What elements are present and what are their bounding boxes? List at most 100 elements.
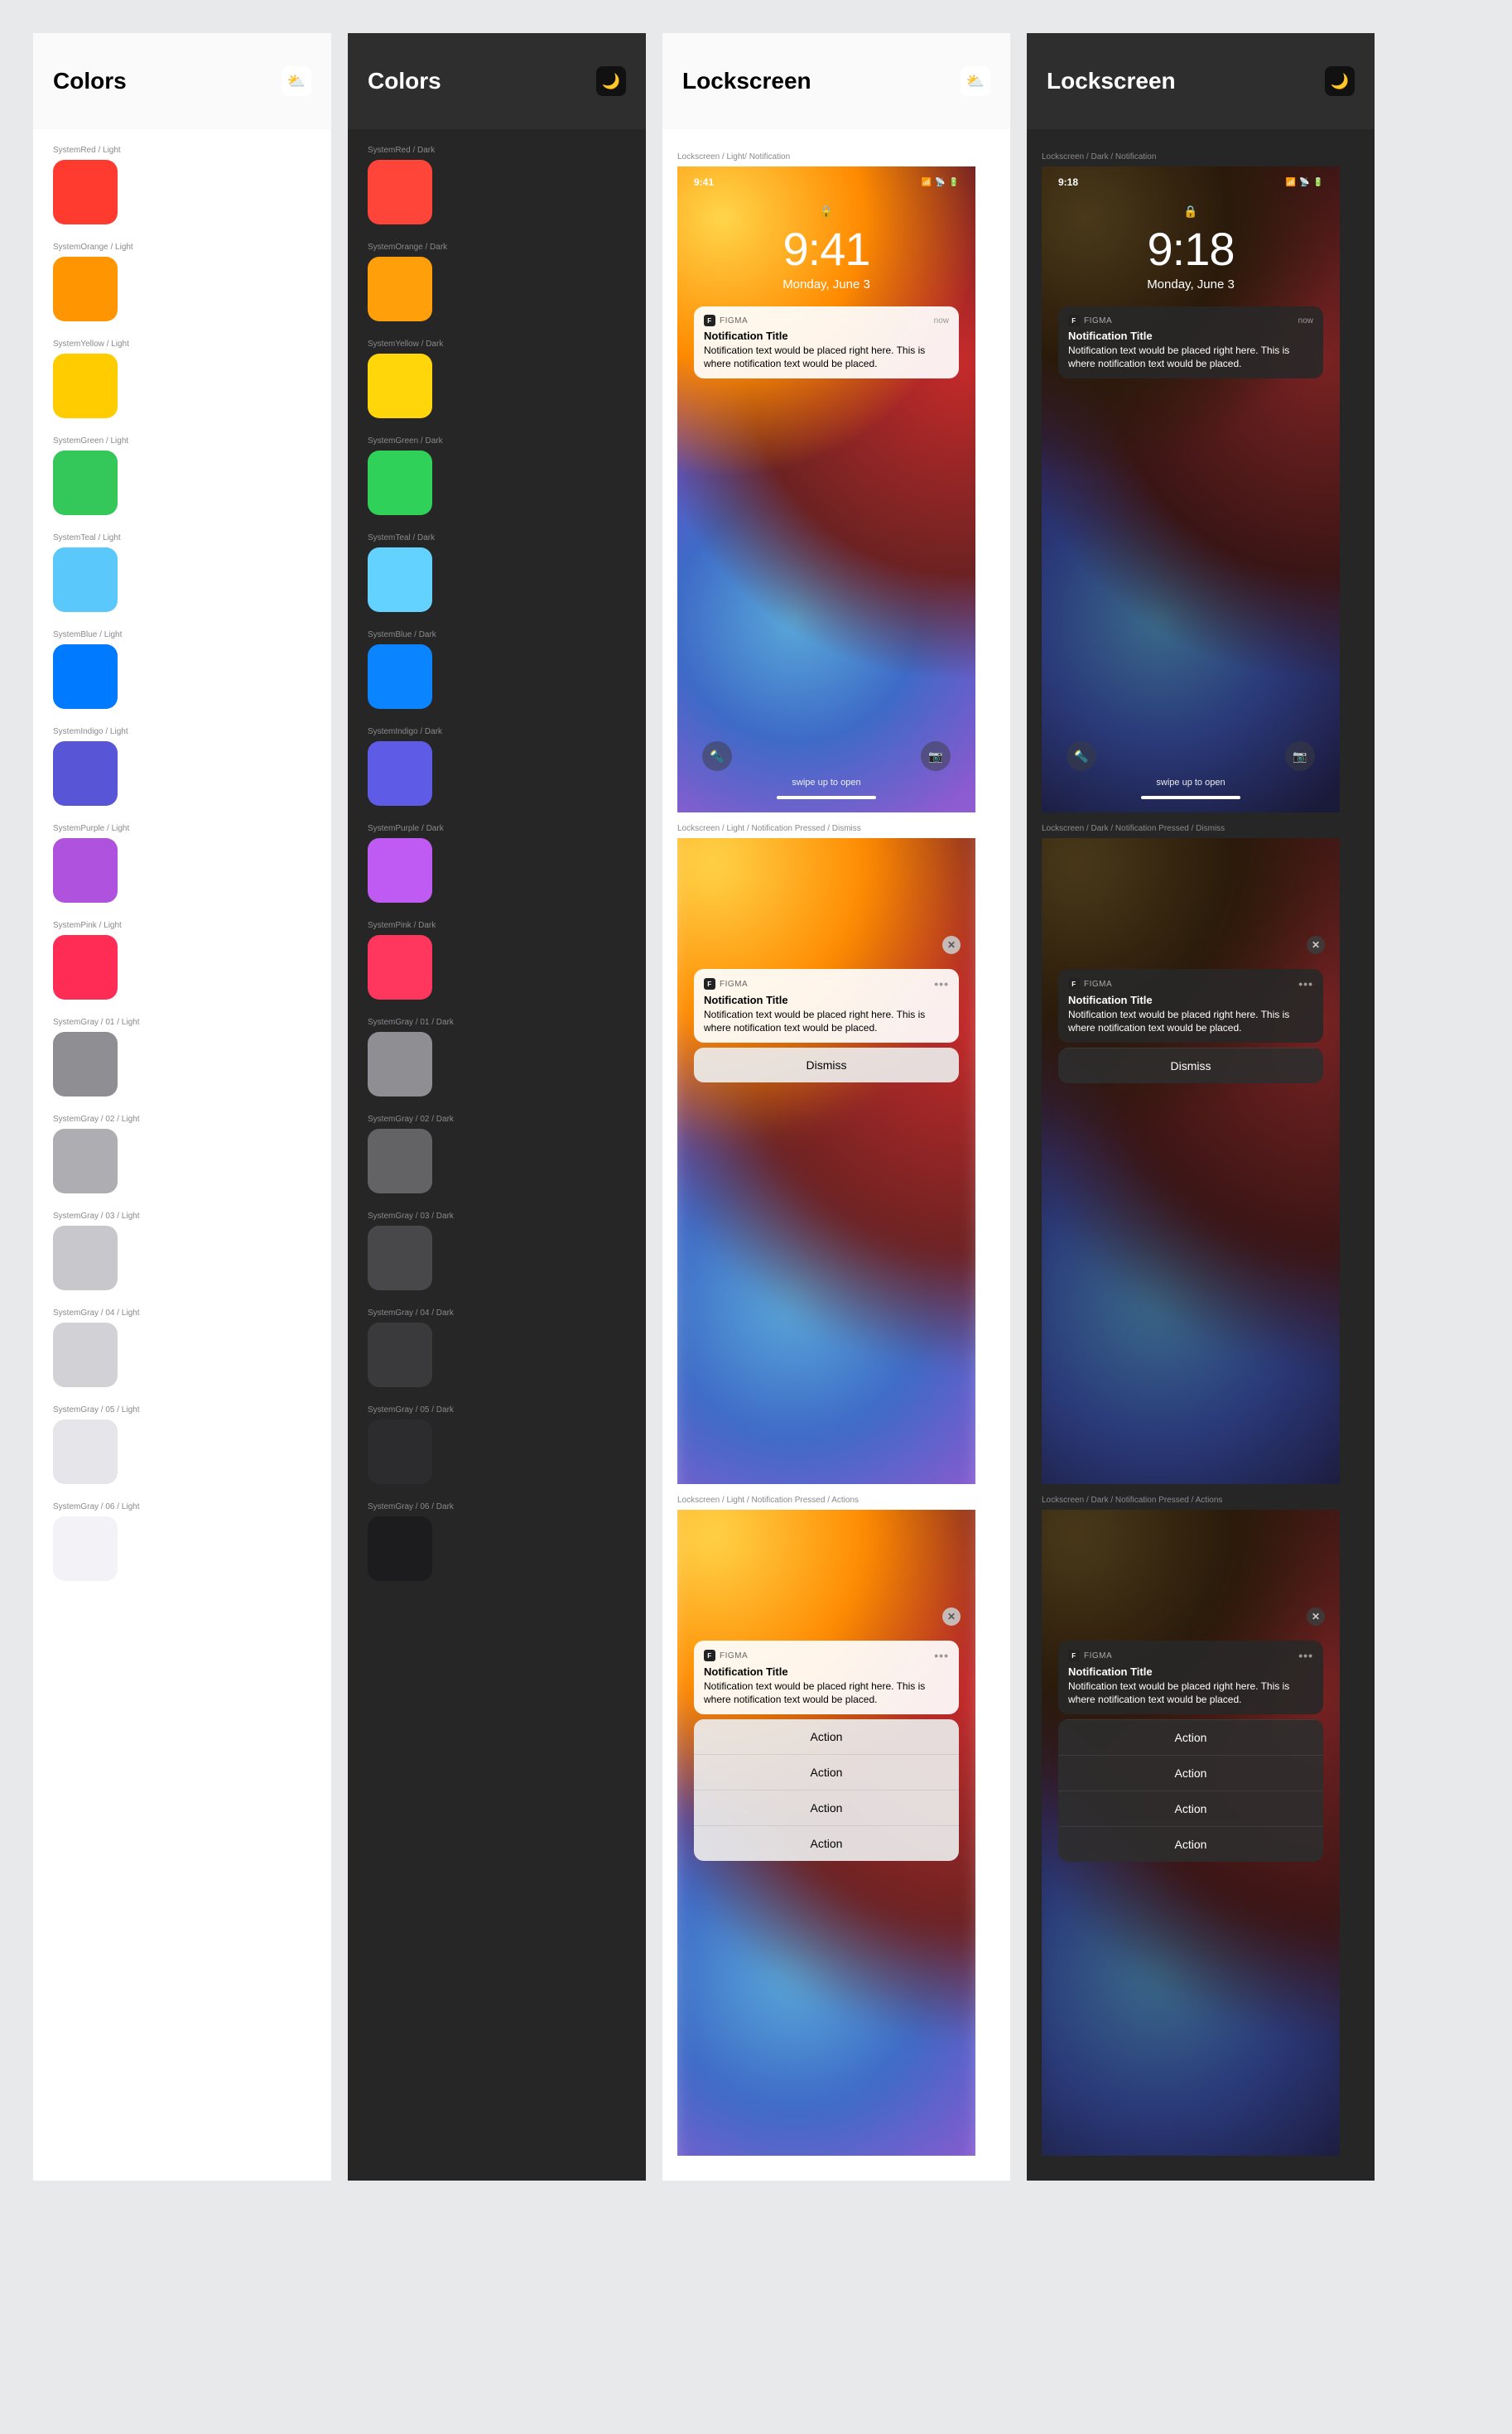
section-title: Colors [368,68,441,94]
swatch-item: SystemGray / 02 / Dark [368,1115,626,1193]
lockscreen-dark-column: Lockscreen 🌙 Lockscreen / Dark / Notific… [1027,33,1375,2181]
swatch-item: SystemGray / 03 / Light [53,1212,311,1290]
frame-label: Lockscreen / Dark / Notification Pressed… [1042,1496,1360,1505]
close-button[interactable]: ✕ [1307,1607,1325,1626]
notification-title: Notification Title [1068,330,1313,342]
action-button[interactable]: Action [1058,1826,1323,1862]
swatch-label: SystemBlue / Light [53,630,311,639]
signal-icon: 📶 [922,178,932,187]
notification-title: Notification Title [1068,994,1313,1006]
lockscreen-light-header: Lockscreen ⛅ [662,33,1010,129]
swatch-item: SystemPink / Light [53,921,311,1000]
frame-list-dark: Lockscreen / Dark / Notification 9:18 📶 … [1027,129,1375,2181]
swatch-list-dark: SystemRed / DarkSystemOrange / DarkSyste… [348,129,646,1632]
notification-app: FIGMA [1084,316,1112,325]
notification-body: Notification text would be placed right … [1068,344,1313,370]
swatch-item: SystemBlue / Light [53,630,311,709]
swatch-item: SystemGray / 01 / Dark [368,1018,626,1097]
battery-icon: 🔋 [949,178,959,187]
swatch-box [53,1419,118,1484]
action-button[interactable]: Action [694,1754,959,1790]
lockscreen-dark-header: Lockscreen 🌙 [1027,33,1375,129]
swatch-item: SystemGreen / Dark [368,436,626,515]
swatch-item: SystemGray / 06 / Dark [368,1502,626,1581]
section-title: Colors [53,68,127,94]
swatch-label: SystemGray / 02 / Light [53,1115,311,1124]
status-time: 9:18 [1058,176,1078,188]
action-button[interactable]: Action [694,1719,959,1754]
lockscreen-dark-actions: ✕ FFIGMA ••• Notification Title Notifica… [1042,1510,1340,2156]
close-button[interactable]: ✕ [1307,936,1325,954]
swatch-box [53,547,118,612]
notification-card[interactable]: FFIGMA now Notification Title Notificati… [1058,306,1323,378]
lock-icon: 🔒 [694,205,959,219]
more-icon[interactable]: ••• [934,1649,949,1662]
notification-card[interactable]: FFIGMA ••• Notification Title Notificati… [1058,969,1323,1043]
swipe-hint: swipe up to open [677,778,975,788]
swatch-item: SystemPurple / Light [53,824,311,903]
swatch-label: SystemGray / 03 / Dark [368,1212,626,1221]
swatch-box [53,1323,118,1387]
app-badge-icon: F [1068,978,1080,990]
action-button[interactable]: Action [1058,1791,1323,1826]
action-button[interactable]: Action [1058,1755,1323,1791]
more-icon[interactable]: ••• [1298,977,1313,990]
action-button[interactable]: Action [694,1790,959,1825]
dark-mode-icon: 🌙 [596,66,626,96]
home-indicator[interactable] [1141,796,1240,799]
app-badge-icon: F [704,1650,715,1661]
app-badge-icon: F [1068,1650,1080,1661]
wifi-icon: 📡 [935,178,945,187]
swatch-box [53,741,118,806]
clock-date: Monday, June 3 [1058,277,1323,292]
flashlight-button[interactable]: 🔦 [1067,741,1096,771]
notification-body: Notification text would be placed right … [704,1680,949,1706]
swatch-box [368,160,432,224]
dismiss-button[interactable]: Dismiss [694,1048,959,1082]
notification-card[interactable]: FFIGMA ••• Notification Title Notificati… [694,1641,959,1714]
swatch-box [53,935,118,1000]
action-button[interactable]: Action [1058,1719,1323,1755]
action-button[interactable]: Action [694,1825,959,1861]
lockscreen-light-notification: 9:41 📶 📡 🔋 🔒 9:41 Monday, June 3 [677,166,975,812]
more-icon[interactable]: ••• [1298,1649,1313,1662]
dismiss-button[interactable]: Dismiss [1058,1048,1323,1083]
camera-button[interactable]: 📷 [1285,741,1315,771]
swatch-label: SystemGray / 06 / Light [53,1502,311,1511]
close-button[interactable]: ✕ [942,936,961,954]
swatch-item: SystemBlue / Dark [368,630,626,709]
swatch-label: SystemPurple / Light [53,824,311,833]
battery-icon: 🔋 [1313,178,1323,187]
notification-card[interactable]: FFIGMA ••• Notification Title Notificati… [1058,1641,1323,1714]
dark-mode-icon: 🌙 [1325,66,1355,96]
swatch-box [368,1323,432,1387]
swatch-box [368,1226,432,1290]
swatch-item: SystemGray / 04 / Dark [368,1309,626,1387]
notification-body: Notification text would be placed right … [704,1008,949,1034]
swatch-box [368,257,432,321]
swatch-box [368,1419,432,1484]
swatch-label: SystemRed / Light [53,146,311,155]
notification-card[interactable]: FFIGMA ••• Notification Title Notificati… [694,969,959,1043]
swatch-label: SystemPurple / Dark [368,824,626,833]
notification-title: Notification Title [704,330,949,342]
camera-button[interactable]: 📷 [921,741,951,771]
app-badge-icon: F [704,978,715,990]
swatch-label: SystemTeal / Light [53,533,311,542]
swatch-item: SystemOrange / Dark [368,243,626,321]
swatch-item: SystemGray / 03 / Dark [368,1212,626,1290]
swatch-box [368,1032,432,1097]
swatch-box [368,547,432,612]
notification-card[interactable]: FFIGMA now Notification Title Notificati… [694,306,959,378]
frame-label: Lockscreen / Light / Notification Presse… [677,1496,995,1505]
colors-dark-header: Colors 🌙 [348,33,646,129]
lockscreen-light-actions: ✕ FFIGMA ••• Notification Title Notifica… [677,1510,975,2156]
close-button[interactable]: ✕ [942,1607,961,1626]
swatch-label: SystemYellow / Light [53,340,311,349]
home-indicator[interactable] [777,796,876,799]
swatch-box [53,257,118,321]
more-icon[interactable]: ••• [934,977,949,990]
swatch-box [368,451,432,515]
flashlight-button[interactable]: 🔦 [702,741,732,771]
swatch-box [53,451,118,515]
